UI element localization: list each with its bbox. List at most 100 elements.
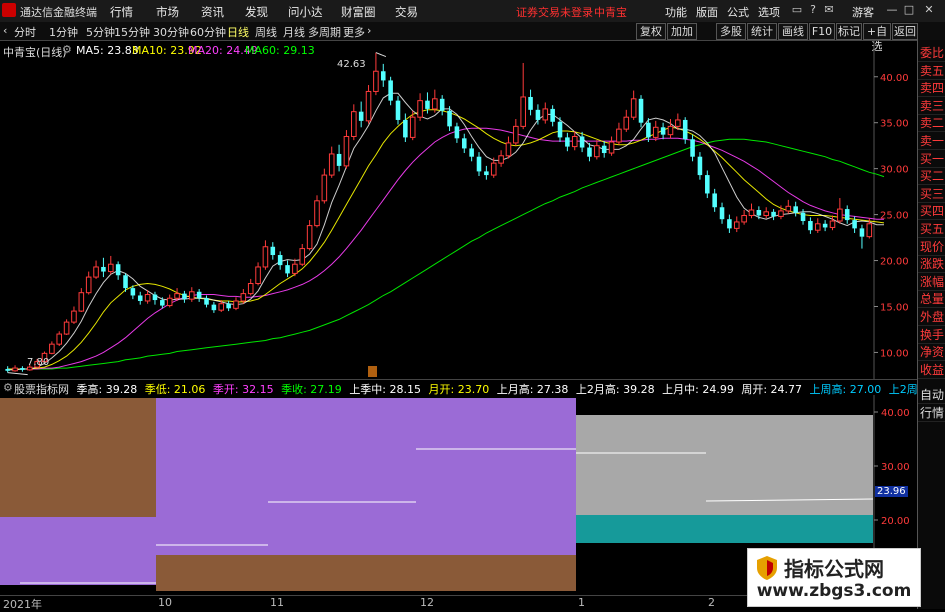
add-watchlist-button[interactable]: +自选 xyxy=(863,23,891,53)
candle[interactable] xyxy=(771,209,776,221)
draw-line-button[interactable]: 画线 xyxy=(778,23,808,40)
settings-gear-icon[interactable]: ⚙ xyxy=(62,43,72,56)
candle[interactable] xyxy=(196,289,202,302)
side-panel-item[interactable]: 卖五 xyxy=(918,63,945,80)
candle[interactable] xyxy=(432,89,438,113)
indicator-gear-icon[interactable]: ⚙ xyxy=(3,381,13,394)
side-panel-item[interactable]: 委比 xyxy=(918,45,945,62)
adjust-button[interactable]: 复权 xyxy=(636,23,666,40)
candle[interactable] xyxy=(373,52,379,96)
candle[interactable] xyxy=(395,96,401,125)
candle[interactable] xyxy=(365,85,372,124)
candle[interactable] xyxy=(115,261,121,280)
side-panel-item[interactable]: 买三 xyxy=(918,186,945,203)
candle[interactable] xyxy=(829,215,836,231)
f10-button[interactable]: F10 xyxy=(809,23,835,40)
menu-market[interactable]: 市场 xyxy=(156,4,179,20)
candle[interactable] xyxy=(513,119,519,146)
candle[interactable] xyxy=(461,133,467,154)
candle[interactable] xyxy=(579,131,585,153)
event-marker-icon[interactable] xyxy=(368,366,377,377)
candle[interactable] xyxy=(71,306,77,324)
candle[interactable] xyxy=(204,295,209,308)
period-1min[interactable]: 1分钟 xyxy=(49,24,78,40)
candle[interactable] xyxy=(528,89,533,116)
candle[interactable] xyxy=(417,93,423,121)
period-multi[interactable]: 多周期 xyxy=(308,24,341,40)
candle[interactable] xyxy=(476,152,482,176)
menu-news[interactable]: 资讯 xyxy=(201,4,224,20)
candle[interactable] xyxy=(351,104,357,141)
minimize-icon[interactable]: — xyxy=(885,3,899,17)
period-15min[interactable]: 15分钟 xyxy=(114,24,150,40)
period-intraday[interactable]: 分时 xyxy=(14,24,36,40)
candle[interactable] xyxy=(226,300,231,312)
candle[interactable] xyxy=(748,203,755,219)
mail-icon[interactable]: ✉ xyxy=(822,3,836,17)
candle[interactable] xyxy=(814,218,821,233)
candle[interactable] xyxy=(550,105,555,127)
statistics-button[interactable]: 统计 xyxy=(747,23,777,40)
close-icon[interactable]: ✕ xyxy=(922,3,936,17)
candle[interactable] xyxy=(166,294,173,308)
side-panel-item[interactable]: 现价 xyxy=(918,239,945,256)
candle[interactable] xyxy=(292,258,298,277)
side-panel-item[interactable]: 涨跌 xyxy=(918,256,945,274)
help-icon[interactable]: ? xyxy=(806,3,820,17)
side-panel-item[interactable]: 买五 xyxy=(918,221,945,238)
period-daily[interactable]: 日线 xyxy=(227,24,249,40)
login-warning[interactable]: 证券交易未登录 xyxy=(516,4,593,20)
candle[interactable] xyxy=(101,257,106,278)
candle[interactable] xyxy=(20,366,25,372)
side-panel-item[interactable]: 收益 xyxy=(918,362,945,379)
side-panel-item[interactable]: 买二 xyxy=(918,168,945,186)
candle[interactable] xyxy=(498,150,504,167)
candle[interactable] xyxy=(733,216,740,233)
candle[interactable] xyxy=(565,132,570,152)
candle[interactable] xyxy=(85,271,92,295)
candle[interactable] xyxy=(233,297,239,311)
side-panel-item[interactable]: 净资 xyxy=(918,344,945,362)
candle[interactable] xyxy=(321,168,328,204)
candle[interactable] xyxy=(542,102,549,124)
chevron-left-icon[interactable]: ‹ xyxy=(3,24,7,37)
candle[interactable] xyxy=(616,122,622,145)
candle[interactable] xyxy=(608,136,615,156)
candle[interactable] xyxy=(358,101,364,128)
menu-market-quotes[interactable]: 行情 xyxy=(110,4,133,20)
period-more[interactable]: 更多 xyxy=(343,24,365,40)
candle[interactable] xyxy=(78,288,85,312)
menu-function[interactable]: 功能 xyxy=(665,4,687,20)
candle[interactable] xyxy=(520,62,526,130)
candle[interactable] xyxy=(270,242,276,260)
candle[interactable] xyxy=(660,122,666,140)
side-panel-mode[interactable]: 自动 xyxy=(918,387,945,405)
candle[interactable] xyxy=(49,341,55,355)
candle[interactable] xyxy=(328,146,335,178)
menu-discover[interactable]: 发现 xyxy=(245,4,268,20)
candle[interactable] xyxy=(12,365,18,372)
candle[interactable] xyxy=(623,109,630,132)
candle[interactable] xyxy=(306,220,313,251)
candle[interactable] xyxy=(247,278,254,296)
candle[interactable] xyxy=(705,170,710,199)
mark-button[interactable]: 标记 xyxy=(836,23,862,40)
candle[interactable] xyxy=(152,291,158,305)
candle[interactable] xyxy=(630,90,637,120)
candle[interactable] xyxy=(255,262,261,286)
candle[interactable] xyxy=(137,291,143,305)
candle[interactable] xyxy=(63,319,70,335)
candle[interactable] xyxy=(108,255,114,275)
candle[interactable] xyxy=(380,63,386,87)
candle[interactable] xyxy=(277,251,283,270)
side-panel-mode[interactable]: 行情 xyxy=(918,405,945,423)
menu-options[interactable]: 选项 xyxy=(758,4,780,20)
candle[interactable] xyxy=(727,214,732,233)
candle[interactable] xyxy=(469,143,474,162)
menu-formula[interactable]: 公式 xyxy=(727,4,749,20)
candle[interactable] xyxy=(601,141,607,158)
candle[interactable] xyxy=(690,134,695,162)
candle[interactable] xyxy=(793,201,798,217)
period-30min[interactable]: 30分钟 xyxy=(153,24,189,40)
candle[interactable] xyxy=(439,95,445,116)
